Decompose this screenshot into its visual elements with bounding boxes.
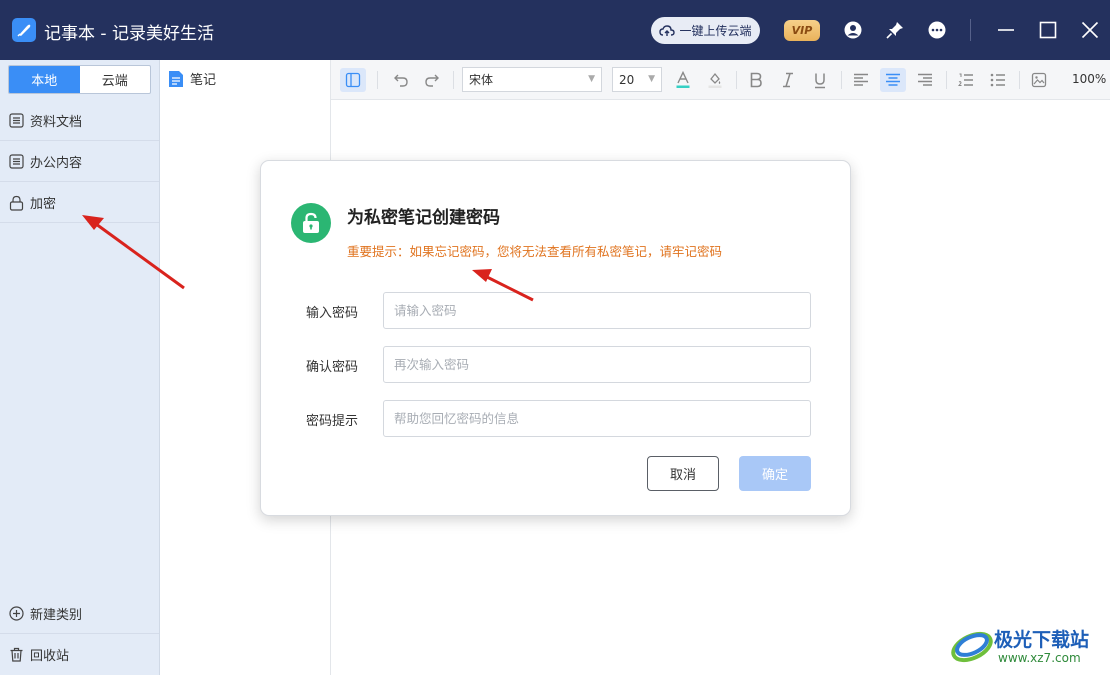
recycle-bin-button[interactable]: 回收站 (0, 634, 159, 674)
sidebar-item-label: 加密 (30, 197, 57, 212)
user-avatar-icon[interactable] (843, 20, 863, 40)
watermark-text: 极光下载站 (994, 629, 1090, 651)
toggle-sidebar-icon[interactable] (340, 68, 366, 92)
editor-toolbar: 宋体 ▼ 20 ▼ 100% (331, 60, 1110, 100)
minimize-icon[interactable] (996, 20, 1016, 40)
toolbar-divider (453, 71, 454, 89)
new-category-button[interactable]: 新建类别 (0, 594, 159, 634)
app-logo-icon (12, 18, 36, 42)
list-doc-icon (9, 154, 24, 169)
add-circle-icon (9, 606, 24, 621)
redo-icon[interactable] (419, 68, 445, 92)
titlebar-divider (970, 19, 971, 41)
align-left-icon[interactable] (848, 68, 874, 92)
window-title: 记事本 - 记录美好生活 (44, 24, 214, 44)
note-list-item[interactable]: 笔记 (168, 69, 216, 88)
toolbar-divider (1019, 71, 1020, 89)
font-color-icon[interactable] (670, 68, 696, 92)
more-menu-icon[interactable] (927, 20, 947, 40)
font-family-value: 宋体 (469, 73, 494, 87)
confirm-button[interactable]: 确定 (739, 456, 811, 491)
tab-local[interactable]: 本地 (9, 66, 80, 93)
title-bar: 记事本 - 记录美好生活 一键上传云端 VIP (0, 0, 1110, 60)
pin-icon[interactable] (885, 20, 905, 40)
align-center-icon[interactable] (880, 68, 906, 92)
sidebar-item-encrypted[interactable]: 加密 (0, 183, 159, 223)
ordered-list-icon[interactable] (953, 68, 979, 92)
bold-icon[interactable] (743, 68, 769, 92)
highlight-color-icon[interactable] (702, 68, 728, 92)
confirm-password-input[interactable] (383, 346, 811, 383)
site-watermark: 极光下载站 www.xz7.com (948, 621, 1108, 671)
toolbar-divider (946, 71, 947, 89)
toolbar-divider (841, 71, 842, 89)
lock-icon (291, 203, 331, 243)
trash-icon (10, 647, 23, 662)
bullet-list-icon[interactable] (985, 68, 1011, 92)
close-icon[interactable] (1080, 20, 1100, 40)
undo-icon[interactable] (388, 68, 414, 92)
upload-cloud-label: 一键上传云端 (679, 24, 752, 38)
font-size-value: 20 (619, 72, 635, 87)
new-category-label: 新建类别 (30, 608, 83, 623)
category-sidebar: 本地 云端 资料文档 办公内容 加密 新建类别 回收站 (0, 60, 160, 675)
password-hint-label: 密码提示 (306, 414, 359, 429)
lock-icon (9, 195, 24, 211)
chevron-down-icon: ▼ (648, 74, 655, 84)
sidebar-item-label: 办公内容 (30, 156, 83, 171)
password-label: 输入密码 (306, 306, 359, 321)
align-right-icon[interactable] (912, 68, 938, 92)
note-list-item-label: 笔记 (190, 73, 217, 88)
font-family-select[interactable]: 宋体 ▼ (462, 67, 602, 92)
tab-cloud[interactable]: 云端 (80, 66, 151, 93)
watermark-logo-icon (951, 631, 993, 663)
toolbar-divider (377, 71, 378, 89)
password-input[interactable] (383, 292, 811, 329)
vip-badge[interactable]: VIP (784, 20, 820, 41)
password-hint-input[interactable] (383, 400, 811, 437)
underline-icon[interactable] (807, 68, 833, 92)
dialog-title: 为私密笔记创建密码 (347, 208, 500, 228)
insert-image-icon[interactable] (1026, 68, 1052, 92)
zoom-level[interactable]: 100% (1072, 72, 1106, 86)
italic-icon[interactable] (775, 68, 801, 92)
toolbar-divider (736, 71, 737, 89)
chevron-down-icon: ▼ (588, 74, 595, 84)
font-size-select[interactable]: 20 ▼ (612, 67, 662, 92)
sidebar-item-office[interactable]: 办公内容 (0, 142, 159, 182)
sidebar-item-documents[interactable]: 资料文档 (0, 101, 159, 141)
confirm-password-label: 确认密码 (306, 360, 359, 375)
maximize-icon[interactable] (1038, 20, 1058, 40)
storage-toggle: 本地 云端 (8, 65, 151, 94)
note-file-icon (169, 70, 183, 87)
create-password-dialog: 为私密笔记创建密码 重要提示：如果忘记密码，您将无法查看所有私密笔记，请牢记密码… (260, 160, 851, 516)
cloud-upload-icon (659, 24, 676, 36)
watermark-url: www.xz7.com (998, 651, 1081, 665)
recycle-bin-label: 回收站 (30, 648, 70, 664)
cancel-button[interactable]: 取消 (647, 456, 719, 491)
dialog-warning: 重要提示：如果忘记密码，您将无法查看所有私密笔记，请牢记密码 (347, 244, 723, 259)
upload-cloud-button[interactable]: 一键上传云端 (651, 17, 760, 44)
list-doc-icon (9, 113, 24, 128)
sidebar-item-label: 资料文档 (30, 115, 83, 130)
